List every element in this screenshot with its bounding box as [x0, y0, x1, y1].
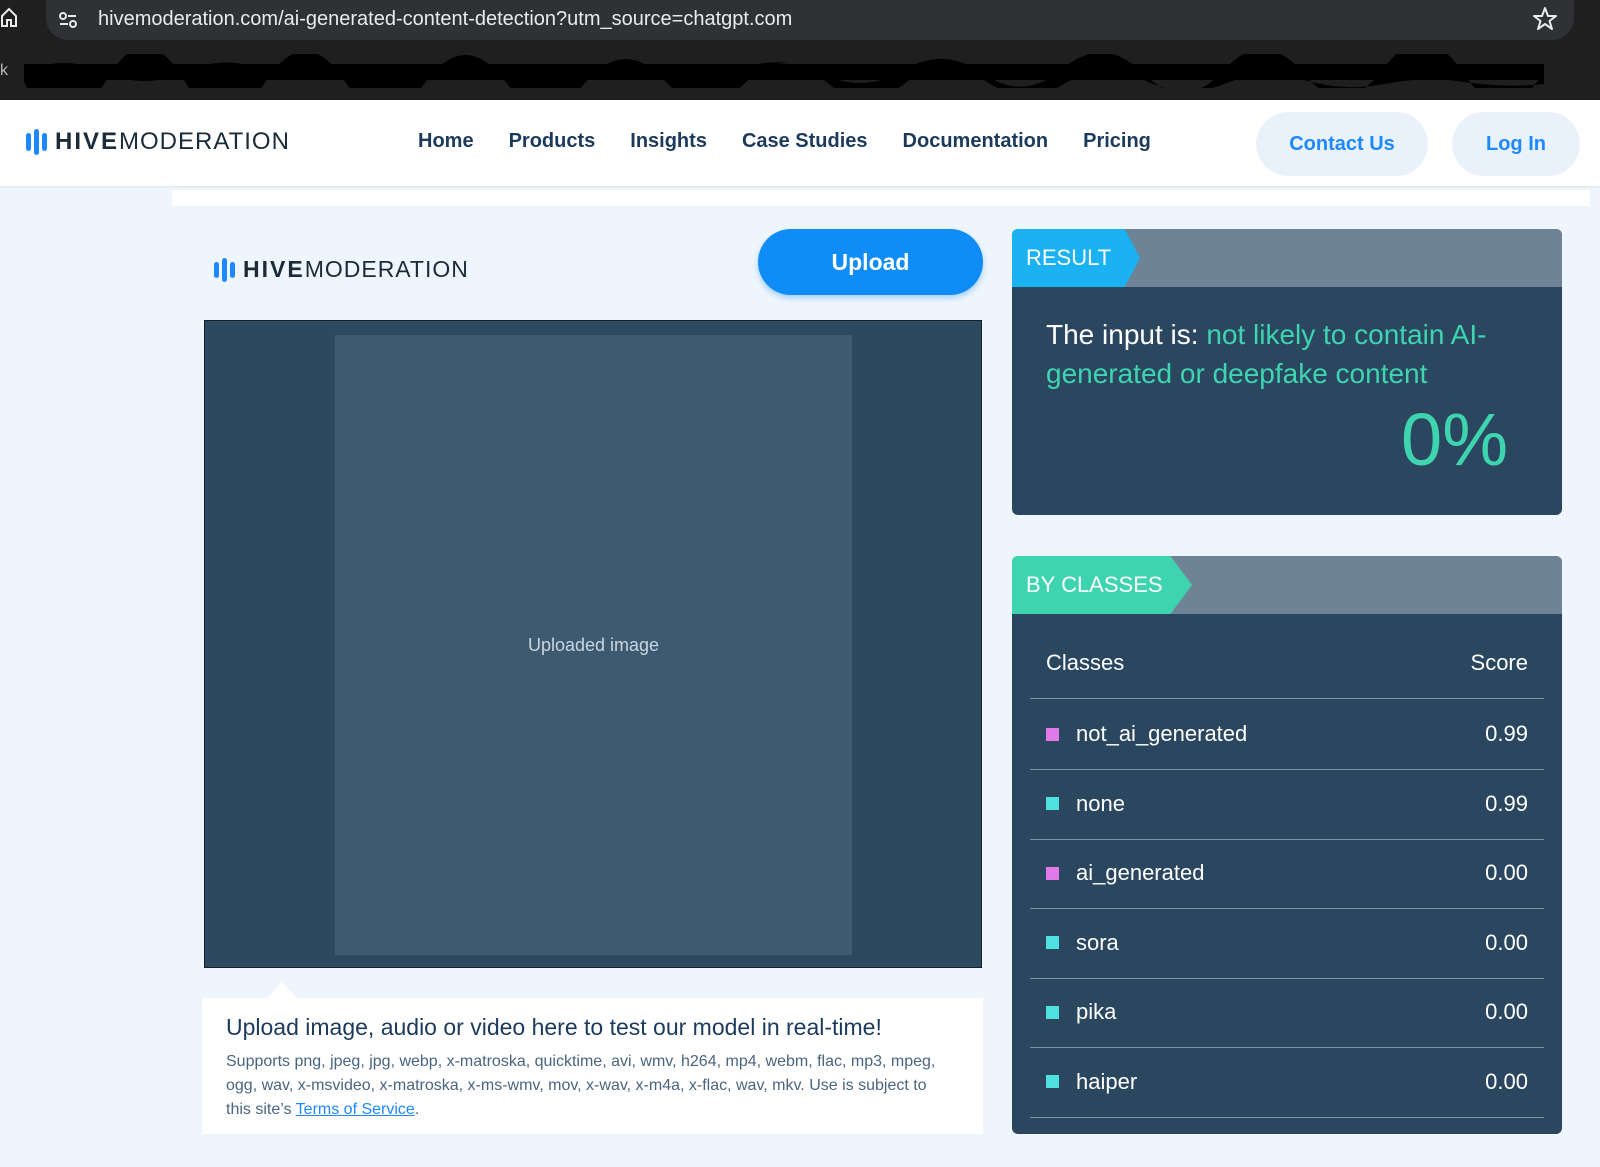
logo-text-hive: HIVE	[55, 128, 120, 155]
class-score: 0.99	[1485, 790, 1528, 816]
class-color-swatch	[1046, 866, 1059, 880]
class-color-swatch	[1046, 936, 1059, 949]
class-score: 0.99	[1485, 721, 1528, 746]
class-color-swatch	[1046, 727, 1059, 741]
class-name: haiper	[1076, 1068, 1138, 1094]
site-settings-icon[interactable]	[56, 8, 80, 32]
result-card: RESULT The input is: not likely to conta…	[1012, 229, 1562, 515]
class-color-swatch	[1046, 1075, 1059, 1088]
classes-card-header: BY CLASSES	[1012, 556, 1562, 614]
contact-us-button[interactable]: Contact Us	[1256, 112, 1428, 176]
class-score: 0.00	[1485, 929, 1528, 955]
result-tab-label: RESULT	[1012, 229, 1140, 287]
info-box-pointer	[266, 982, 298, 999]
upload-button[interactable]: Upload	[758, 229, 983, 295]
nav-documentation[interactable]: Documentation	[903, 130, 1049, 153]
url-text[interactable]: hivemoderation.com/ai-generated-content-…	[98, 8, 792, 31]
classes-tab-label: BY CLASSES	[1012, 556, 1192, 614]
hive-logo-icon	[26, 129, 47, 155]
supported-formats-end: .	[414, 1101, 420, 1118]
nav-products[interactable]: Products	[509, 130, 596, 153]
result-prefix: The input is:	[1046, 319, 1207, 350]
class-name: ai_generated	[1076, 860, 1205, 885]
class-name: sora	[1076, 929, 1119, 955]
hive-logo[interactable]: HIVEMODERATION	[26, 128, 290, 156]
uploaded-image-placeholder-label: Uploaded image	[527, 634, 660, 655]
class-score: 0.00	[1485, 860, 1528, 885]
bookmark-star-icon[interactable]	[1532, 6, 1558, 32]
class-name: not_ai_generated	[1076, 721, 1248, 746]
demo-logo-text-moderation: MODERATION	[304, 256, 469, 282]
media-preview-panel: Uploaded image	[204, 320, 982, 968]
class-color-swatch	[1046, 1005, 1059, 1019]
redaction-scribble	[24, 54, 1544, 88]
class-row: ai_generated 0.00	[1030, 838, 1544, 909]
logo-text-moderation: MODERATION	[119, 128, 290, 155]
address-bar[interactable]: hivemoderation.com/ai-generated-content-…	[46, 0, 1574, 40]
demo-hive-logo-icon	[214, 257, 235, 282]
result-percentage: 0%	[1401, 398, 1508, 481]
classes-table-header: Classes Score	[1046, 650, 1528, 676]
result-card-header: RESULT	[1012, 229, 1562, 287]
nav-case-studies[interactable]: Case Studies	[742, 130, 868, 153]
uploaded-image-placeholder: Uploaded image	[335, 335, 852, 955]
log-in-button[interactable]: Log In	[1452, 112, 1580, 176]
supported-formats-text: Supports png, jpeg, jpg, webp, x-matrosk…	[226, 1050, 954, 1122]
column-header-score: Score	[1470, 650, 1528, 675]
demo-hive-logo: HIVEMODERATION	[214, 256, 469, 283]
class-name: none	[1076, 790, 1125, 816]
class-row: haiper 0.00	[1030, 1047, 1544, 1118]
site-header: HIVEMODERATION Home Products Insights Ca…	[0, 100, 1600, 188]
terms-of-service-link[interactable]: Terms of Service	[296, 1101, 415, 1118]
class-row: none 0.99	[1030, 769, 1544, 840]
class-row: pika 0.00	[1030, 977, 1544, 1048]
class-score: 0.00	[1485, 1068, 1528, 1094]
classes-card: BY CLASSES Classes Score not_ai_generate…	[1012, 556, 1562, 1134]
nav-insights[interactable]: Insights	[630, 130, 707, 153]
class-row: sora 0.00	[1030, 908, 1544, 979]
class-name: pika	[1076, 999, 1117, 1024]
nav-home[interactable]: Home	[418, 130, 474, 153]
upload-info-title: Upload image, audio or video here to tes…	[226, 1014, 882, 1040]
class-color-swatch	[1046, 797, 1059, 810]
home-icon[interactable]	[0, 6, 18, 28]
column-header-classes: Classes	[1046, 650, 1125, 675]
nav-pricing[interactable]: Pricing	[1083, 130, 1151, 153]
demo-logo-text-hive: HIVE	[243, 256, 305, 282]
class-score: 0.00	[1485, 999, 1528, 1024]
upload-info-box: Upload image, audio or video here to tes…	[202, 998, 983, 1134]
class-row: not_ai_generated 0.99	[1030, 699, 1544, 770]
bookmarks-bar: k	[0, 40, 1600, 100]
bookmark-item[interactable]: k	[0, 62, 8, 80]
main-nav: Home Products Insights Case Studies Docu…	[418, 130, 1151, 153]
content-top-strip	[172, 190, 1590, 206]
result-statement: The input is: not likely to contain AI-g…	[1046, 315, 1536, 393]
